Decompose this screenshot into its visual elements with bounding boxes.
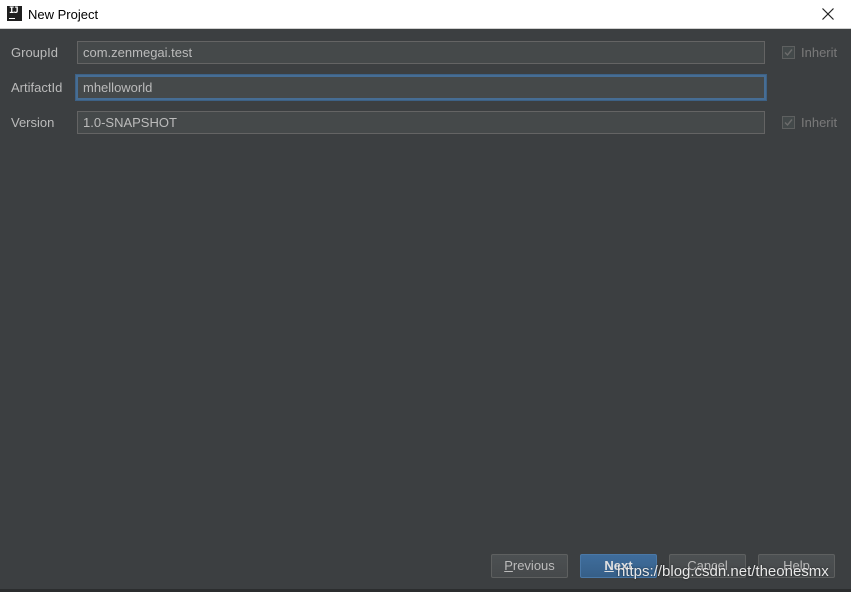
groupid-field[interactable]: [77, 41, 765, 64]
app-icon-glyph: IJ: [9, 6, 19, 16]
artifactid-field[interactable]: [76, 75, 766, 100]
app-icon-underline: [9, 18, 15, 19]
watermark-text: https://blog.csdn.net/theonesmx: [617, 563, 829, 580]
inherit-label: Inherit: [801, 45, 838, 60]
previous-mnemonic: P: [504, 558, 513, 573]
close-button[interactable]: [805, 0, 851, 28]
artifactid-label: ArtifactId: [11, 80, 63, 95]
inherit-label: Inherit: [801, 115, 838, 130]
title-bar: IJ New Project: [0, 0, 851, 29]
checkbox-box[interactable]: [782, 46, 795, 59]
checkmark-icon: [784, 119, 793, 127]
checkbox-box[interactable]: [782, 116, 795, 129]
intellij-app-icon: IJ: [7, 6, 22, 21]
previous-button[interactable]: Previous: [491, 554, 568, 578]
new-project-dialog: IJ New Project GroupId Inherit ArtifactI…: [0, 0, 851, 592]
window-title: New Project: [28, 7, 99, 22]
next-mnemonic: N: [604, 558, 614, 573]
groupid-label: GroupId: [11, 45, 58, 60]
close-icon: [822, 8, 834, 20]
previous-label-rest: revious: [512, 558, 555, 573]
version-field[interactable]: [77, 111, 765, 134]
version-label: Version: [11, 115, 55, 130]
checkmark-icon: [784, 49, 793, 57]
